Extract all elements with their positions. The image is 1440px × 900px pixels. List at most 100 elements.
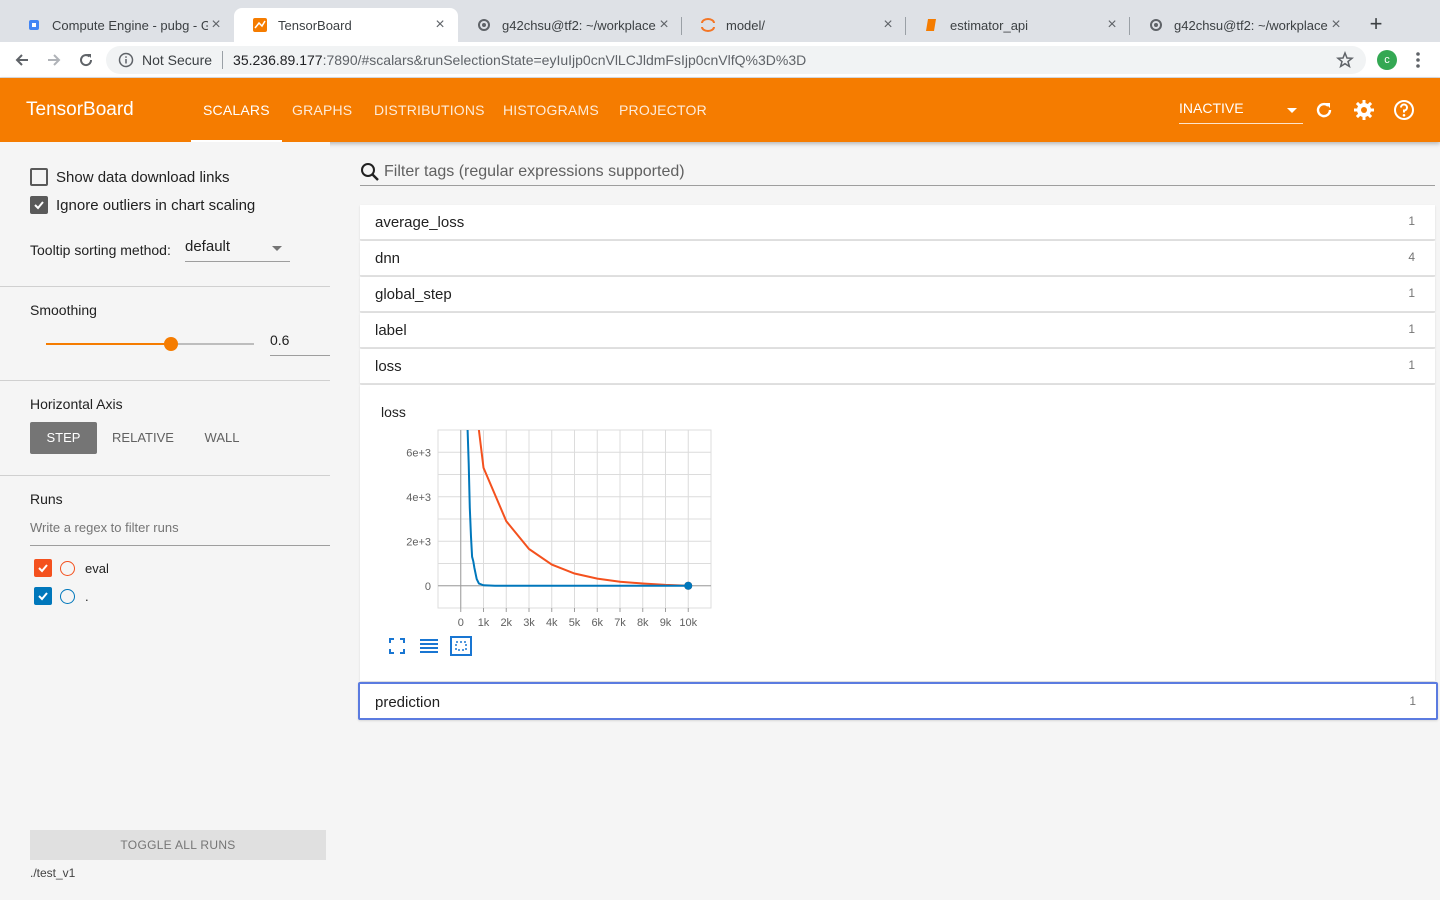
tab-graphs[interactable]: GRAPHS: [292, 78, 352, 142]
toggle-all-runs-button[interactable]: TOGGLE ALL RUNS: [30, 830, 326, 860]
smoothing-value-input[interactable]: 0.6: [270, 332, 330, 356]
smoothing-slider[interactable]: [46, 337, 254, 351]
run-item-eval[interactable]: eval: [34, 559, 109, 577]
browser-tab-tensorboard[interactable]: TensorBoard ×: [234, 8, 458, 42]
compute-engine-icon: [26, 17, 42, 33]
tab-title: estimator_api: [950, 17, 1029, 33]
x-tick-label: 7k: [614, 617, 626, 629]
search-icon: [361, 162, 379, 181]
runs-filter-input[interactable]: Write a regex to filter runs: [30, 520, 330, 546]
tab-title: g42chsu@tf2: ~/workplace/: [502, 17, 656, 33]
y-tick-label: 0: [425, 581, 431, 593]
caret-down-icon: [1287, 108, 1297, 113]
settings-gear-icon[interactable]: [1353, 99, 1375, 121]
ignore-outliers-checkbox[interactable]: Ignore outliers in chart scaling: [30, 196, 255, 214]
close-icon[interactable]: ×: [656, 16, 672, 34]
arrow-right-icon: [48, 54, 61, 66]
run-color-circle-icon: [60, 560, 75, 576]
close-icon[interactable]: ×: [432, 16, 448, 34]
browser-tab-bar: Compute Engine - pubg - Go × TensorBoard…: [0, 0, 1440, 42]
y-tick-label: 4e+3: [406, 492, 431, 504]
tab-label: PROJECTOR: [619, 102, 707, 118]
close-icon[interactable]: ×: [1104, 16, 1120, 34]
close-icon[interactable]: ×: [208, 16, 224, 34]
tag-filter[interactable]: Filter tags (regular expressions support…: [360, 158, 1435, 186]
category-name: loss: [375, 358, 402, 375]
slider-knob[interactable]: [163, 337, 178, 351]
close-icon[interactable]: ×: [880, 16, 896, 34]
category-name: dnn: [375, 250, 401, 267]
browser-tab-model[interactable]: model/ ×: [682, 8, 906, 42]
tab-title: Compute Engine - pubg - Go: [52, 17, 208, 33]
axis-wall-button[interactable]: WALL: [195, 422, 249, 454]
show-download-links-checkbox[interactable]: Show data download links: [30, 168, 229, 186]
checkbox-checked-icon[interactable]: [30, 196, 48, 214]
x-tick-label: 4k: [546, 617, 558, 629]
smoothing-label: Smoothing: [30, 302, 97, 318]
browser-toolbar: Not Secure 35.236.89.177:7890/#scalars&r…: [0, 42, 1440, 78]
tensorboard-header: TensorBoard SCALARS GRAPHS DISTRIBUTIONS…: [0, 78, 1440, 142]
x-tick-label: 2k: [500, 617, 512, 629]
back-button[interactable]: [10, 48, 34, 72]
category-label[interactable]: label 1: [360, 313, 1435, 348]
browser-tab-terminal-1[interactable]: g42chsu@tf2: ~/workplace/ ×: [458, 8, 682, 42]
fit-domain-icon[interactable]: [450, 636, 472, 656]
notebook-icon: [924, 17, 940, 33]
tensorboard-icon: [252, 17, 268, 33]
checkbox-label: Show data download links: [56, 168, 230, 186]
run-item-dot[interactable]: .: [34, 587, 89, 605]
axis-relative-button[interactable]: RELATIVE: [103, 422, 183, 454]
tab-label: GRAPHS: [292, 102, 353, 118]
category-global-step[interactable]: global_step 1: [360, 277, 1435, 312]
tag-filter-placeholder: Filter tags (regular expressions support…: [384, 162, 685, 180]
sidebar: Show data download links Ignore outliers…: [0, 142, 330, 900]
browser-tab-compute-engine[interactable]: Compute Engine - pubg - Go ×: [8, 8, 234, 42]
checkbox-checked-icon[interactable]: [34, 587, 52, 605]
loss-chart[interactable]: 0 1k 2k 3k 4k 5k 6k 7k 8k 9k 10k 0 2e+3 4e+3 6e+3: [380, 421, 740, 671]
slider-fill: [46, 343, 171, 345]
category-dnn[interactable]: dnn 4: [360, 241, 1435, 276]
bookmark-star-icon[interactable]: [1336, 51, 1354, 69]
new-tab-button[interactable]: +: [1362, 12, 1390, 38]
checkbox-checked-icon[interactable]: [34, 559, 52, 577]
category-loss[interactable]: loss 1: [360, 349, 1435, 384]
caret-down-icon: [272, 246, 282, 251]
x-tick-label: 10k: [679, 617, 697, 629]
plugin-select[interactable]: INACTIVE: [1179, 100, 1303, 124]
info-icon[interactable]: [118, 52, 134, 68]
tab-projector[interactable]: PROJECTOR: [619, 78, 707, 142]
tab-histograms[interactable]: HISTOGRAMS: [503, 78, 599, 142]
toggle-log-scale-icon[interactable]: [419, 637, 439, 655]
checkbox-unchecked-icon[interactable]: [30, 168, 48, 186]
refresh-icon[interactable]: [1313, 99, 1335, 121]
category-name: average_loss: [375, 214, 465, 231]
category-prediction[interactable]: prediction 1: [358, 682, 1438, 720]
close-icon[interactable]: ×: [1328, 16, 1344, 34]
y-tick-label: 2e+3: [406, 536, 431, 548]
category-name: prediction: [375, 694, 441, 711]
category-count: 1: [1409, 694, 1416, 708]
chart-title: loss: [381, 404, 406, 420]
url-path: :7890/#scalars&runSelectionState=eyIuIjp…: [322, 52, 807, 68]
browser-tab-terminal-2[interactable]: g42chsu@tf2: ~/workplace ×: [1130, 8, 1354, 42]
tab-distributions[interactable]: DISTRIBUTIONS: [374, 78, 485, 142]
x-tick-label: 5k: [569, 617, 581, 629]
category-count: 4: [1408, 250, 1415, 264]
category-count: 1: [1408, 286, 1415, 300]
chip-icon: [476, 17, 492, 33]
fullscreen-icon[interactable]: [388, 637, 406, 655]
category-average-loss[interactable]: average_loss 1: [360, 205, 1435, 240]
more-vert-icon[interactable]: [1412, 50, 1424, 70]
help-icon[interactable]: [1393, 99, 1415, 121]
profile-avatar[interactable]: c: [1377, 50, 1397, 70]
category-count: 1: [1408, 358, 1415, 372]
forward-button[interactable]: [42, 48, 66, 72]
x-tick-label: 6k: [591, 617, 603, 629]
address-bar[interactable]: Not Secure 35.236.89.177:7890/#scalars&r…: [106, 46, 1366, 74]
reload-button[interactable]: [74, 48, 98, 72]
tab-scalars[interactable]: SCALARS: [191, 78, 282, 142]
tooltip-sorting-dropdown[interactable]: default: [185, 238, 290, 262]
axis-step-button[interactable]: STEP: [30, 422, 97, 454]
tab-label: DISTRIBUTIONS: [374, 102, 485, 118]
browser-tab-estimator-api[interactable]: estimator_api ×: [906, 8, 1130, 42]
